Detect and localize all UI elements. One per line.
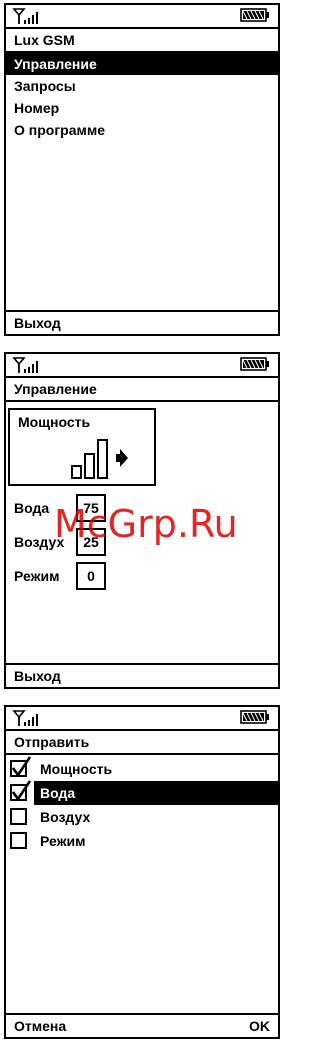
screen-title: Отправить (6, 731, 278, 755)
phone-screen-main-menu: Lux GSM Управление Запросы Номер О прогр… (4, 3, 280, 336)
water-label: Вода (14, 500, 50, 516)
send-option-water[interactable]: Вода (6, 780, 278, 805)
screen-title: Lux GSM (6, 29, 278, 53)
antenna-signal-icon (12, 357, 38, 373)
phone-screen-control: Управление Мощность Вода 75 Воздух 25 Ре… (4, 352, 280, 689)
status-bar (6, 707, 278, 731)
softkey-bar: Выход (6, 663, 278, 687)
send-option-label: Вода (34, 781, 278, 805)
menu-item-control[interactable]: Управление (6, 53, 278, 75)
send-options-list: Мощность Вода Воздух Режим (6, 756, 278, 853)
send-option-label: Воздух (40, 809, 91, 825)
send-option-power[interactable]: Мощность (6, 756, 278, 781)
checkmark-icon (11, 780, 32, 802)
antenna-signal-icon (12, 710, 38, 726)
power-selector[interactable]: Мощность (8, 408, 156, 486)
checkbox-unchecked[interactable] (10, 808, 27, 825)
exit-softkey[interactable]: Выход (14, 665, 61, 687)
main-menu-list: Управление Запросы Номер О программе (6, 53, 278, 141)
send-option-air[interactable]: Воздух (6, 805, 278, 829)
checkbox-unchecked[interactable] (10, 832, 27, 849)
checkbox-checked[interactable] (10, 756, 32, 778)
exit-softkey[interactable]: Выход (14, 312, 61, 334)
send-option-mode[interactable]: Режим (6, 829, 278, 853)
cancel-softkey[interactable]: Отмена (14, 1015, 66, 1037)
status-bar (6, 5, 278, 29)
softkey-bar: Выход (6, 310, 278, 334)
status-bar (6, 354, 278, 378)
menu-item-about[interactable]: О программе (6, 119, 278, 141)
send-option-label: Режим (40, 833, 86, 849)
power-label: Мощность (18, 414, 91, 430)
send-option-label: Мощность (40, 761, 113, 777)
phone-screen-send: Отправить Мощность Вода Воздух Режим Отм… (4, 705, 280, 1039)
softkey-bar: Отмена OK (6, 1013, 278, 1037)
checkbox-checked[interactable] (10, 780, 32, 802)
battery-icon (240, 710, 269, 724)
antenna-signal-icon (12, 8, 38, 24)
menu-item-requests[interactable]: Запросы (6, 75, 278, 97)
watermark: McGrp.Ru (54, 502, 238, 546)
battery-icon (240, 8, 269, 22)
checkmark-icon (11, 756, 32, 778)
mode-label: Режим (14, 568, 60, 584)
battery-icon (240, 357, 269, 371)
menu-item-number[interactable]: Номер (6, 97, 278, 119)
screen-title: Управление (6, 378, 278, 402)
mode-value-field[interactable]: 0 (76, 562, 106, 590)
power-level-bars-icon (71, 439, 128, 479)
ok-softkey[interactable]: OK (249, 1015, 270, 1037)
